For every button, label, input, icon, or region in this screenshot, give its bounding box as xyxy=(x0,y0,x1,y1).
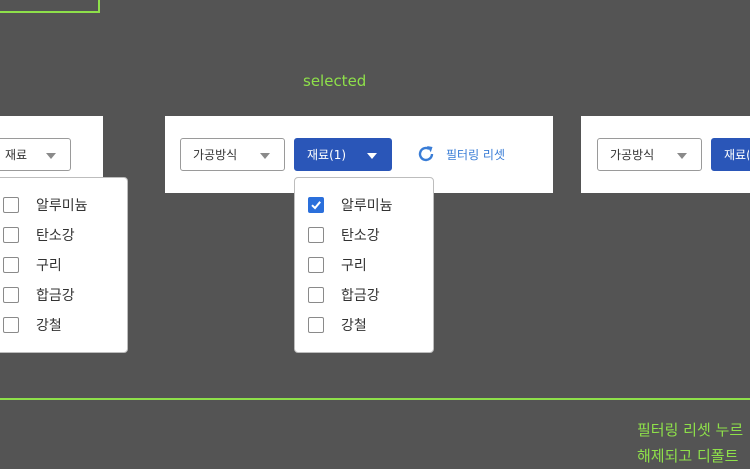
process-dropdown[interactable]: 가공방식 xyxy=(180,138,285,171)
annotation-divider xyxy=(0,398,750,400)
checkbox[interactable] xyxy=(308,227,324,243)
material-dropdown-selected[interactable]: 재료(1) xyxy=(294,138,392,171)
chevron-down-icon xyxy=(46,153,56,159)
option-item[interactable]: 합금강 xyxy=(3,285,75,305)
annotation-frame xyxy=(0,0,100,13)
checkbox[interactable] xyxy=(3,197,19,213)
material-dropdown[interactable]: 재료 xyxy=(0,138,71,171)
dropdown-label: 가공방식 xyxy=(193,148,238,162)
option-item[interactable]: 알루미늄 xyxy=(3,195,88,215)
checkbox[interactable] xyxy=(3,287,19,303)
chevron-down-icon xyxy=(260,153,270,159)
dropdown-label: 가공방식 xyxy=(610,148,655,162)
refresh-icon xyxy=(418,146,434,162)
option-label: 합금강 xyxy=(341,288,380,304)
checkbox[interactable] xyxy=(308,317,324,333)
option-item[interactable]: 구리 xyxy=(308,255,367,275)
option-label: 알루미늄 xyxy=(36,198,88,214)
annotation-note: 필터링 리셋 누르 해제되고 디폴트 xyxy=(637,417,750,469)
section-label: selected xyxy=(303,72,367,90)
checkbox-checked[interactable] xyxy=(308,197,324,213)
option-label: 강철 xyxy=(36,318,62,334)
reset-label: 필터링 리셋 xyxy=(446,147,506,162)
checkbox[interactable] xyxy=(308,287,324,303)
option-label: 탄소강 xyxy=(341,228,380,244)
dropdown-label: 재료 xyxy=(5,148,28,162)
filter-reset-button[interactable]: 필터링 리셋 xyxy=(416,144,505,164)
note-line: 해제되고 디폴트 xyxy=(637,447,739,465)
dropdown-label: 재료(1) xyxy=(307,148,347,162)
option-label: 강철 xyxy=(341,318,367,334)
process-dropdown[interactable]: 가공방식 xyxy=(597,138,702,171)
option-item[interactable]: 탄소강 xyxy=(308,225,380,245)
checkbox[interactable] xyxy=(3,257,19,273)
material-dropdown-selected[interactable]: 재료( xyxy=(711,138,750,171)
dropdown-label: 재료( xyxy=(724,148,749,162)
chevron-down-icon xyxy=(367,153,377,159)
option-item[interactable]: 구리 xyxy=(3,255,62,275)
checkbox[interactable] xyxy=(3,317,19,333)
option-label: 구리 xyxy=(341,258,367,274)
checkbox[interactable] xyxy=(3,227,19,243)
checkbox[interactable] xyxy=(308,257,324,273)
option-item[interactable]: 강철 xyxy=(308,315,367,335)
check-icon xyxy=(311,201,321,210)
option-label: 알루미늄 xyxy=(341,198,393,214)
option-label: 구리 xyxy=(36,258,62,274)
option-item[interactable]: 합금강 xyxy=(308,285,380,305)
option-label: 합금강 xyxy=(36,288,75,304)
option-item[interactable]: 알루미늄 xyxy=(308,195,393,215)
option-label: 탄소강 xyxy=(36,228,75,244)
option-item[interactable]: 강철 xyxy=(3,315,62,335)
chevron-down-icon xyxy=(677,153,687,159)
note-line: 필터링 리셋 누르 xyxy=(637,421,744,439)
option-item[interactable]: 탄소강 xyxy=(3,225,75,245)
